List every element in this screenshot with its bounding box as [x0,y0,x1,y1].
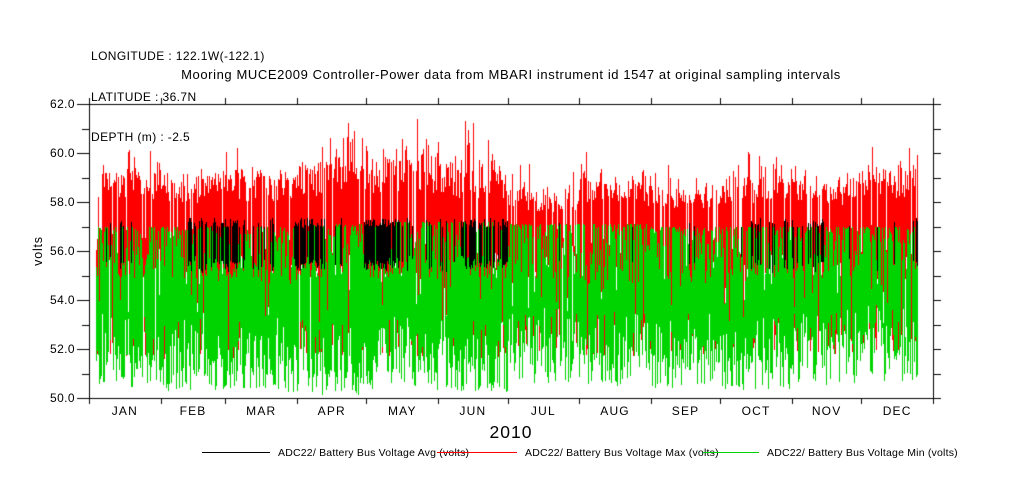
x-tick-label-month: AUG [585,404,645,418]
x-tick-label-month: SEP [656,404,716,418]
chart-title: Mooring MUCE2009 Controller-Power data f… [89,67,933,82]
y-tick-label: 54.0 [29,293,75,307]
latitude-text: LATITUDE : 36.7N [91,91,265,105]
x-tick-label-month: JUN [443,404,503,418]
legend-label: ADC22/ Battery Bus Voltage Min (volts) [767,447,958,459]
x-tick-label-month: MAR [231,404,291,418]
x-tick-label-month: NOV [797,404,857,418]
depth-text: DEPTH (m) : -2.5 [91,131,265,145]
x-tick-label-month: APR [302,404,362,418]
longitude-text: LONGITUDE : 122.1W(-122.1) [91,50,265,64]
y-tick-label: 60.0 [29,146,75,160]
y-tick-label: 62.0 [29,97,75,111]
legend-line-sample [703,452,759,453]
legend-line-sample [202,452,270,453]
x-tick-label-month: MAY [372,404,432,418]
y-tick-label: 52.0 [29,342,75,356]
y-tick-label: 56.0 [29,244,75,258]
x-tick-label-month: JUL [513,404,573,418]
location-header: LONGITUDE : 122.1W(-122.1) LATITUDE : 36… [91,23,265,172]
x-tick-label-month: JAN [95,404,155,418]
y-tick-label: 50.0 [29,391,75,405]
x-tick-label-month: FEB [163,404,223,418]
y-tick-label: 58.0 [29,195,75,209]
legend-entry: ADC22/ Battery Bus Voltage Min (volts) [703,446,958,459]
legend-line-sample [437,452,517,453]
legend-entry: ADC22/ Battery Bus Voltage Max (volts) [437,446,719,459]
x-axis-year-label: 2010 [89,422,933,443]
x-tick-label-month: DEC [867,404,927,418]
x-tick-label-month: OCT [726,404,786,418]
voltage-plot-page: LONGITUDE : 122.1W(-122.1) LATITUDE : 36… [0,0,1009,504]
legend-entry: ADC22/ Battery Bus Voltage Avg (volts) [202,446,469,459]
legend-label: ADC22/ Battery Bus Voltage Max (volts) [525,447,719,459]
